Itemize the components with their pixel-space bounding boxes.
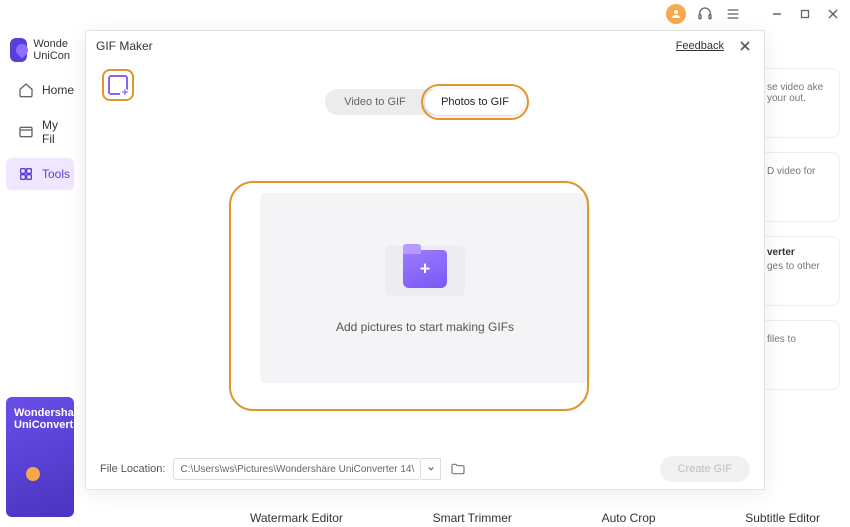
- maximize-button[interactable]: [796, 5, 814, 23]
- bottom-tool[interactable]: Smart Trimmer: [433, 511, 512, 525]
- promo-dot-icon: [26, 467, 40, 481]
- home-icon: [18, 82, 34, 98]
- files-icon: [18, 124, 34, 140]
- dialog-body: Video to GIF Photos to GIF + Add picture…: [86, 61, 764, 449]
- app-name-line2: UniCon: [33, 50, 70, 62]
- sidebar-item-label: Tools: [42, 167, 70, 181]
- dialog-header: GIF Maker Feedback: [86, 31, 764, 61]
- sidebar-item-home[interactable]: Home: [6, 74, 74, 106]
- folder-plus-icon: +: [385, 242, 465, 302]
- bg-card: verterges to other: [760, 236, 840, 306]
- bottom-tool[interactable]: Watermark Editor: [250, 511, 343, 525]
- dialog-close-button[interactable]: [736, 37, 754, 55]
- sidebar-item-label: Home: [42, 83, 74, 97]
- promo-line1: Wondersha: [14, 407, 66, 419]
- dropzone-area: + Add pictures to start making GIFs: [245, 189, 605, 409]
- close-button[interactable]: [824, 5, 842, 23]
- file-location-dropdown[interactable]: [421, 458, 441, 480]
- app-name-line1: Wonde: [33, 38, 70, 50]
- file-location-input[interactable]: [173, 458, 421, 480]
- app-logo-icon: [10, 38, 27, 62]
- tab-photos-to-gif[interactable]: Photos to GIF: [425, 89, 525, 115]
- gif-maker-dialog: GIF Maker Feedback Video to GIF Photos t…: [85, 30, 765, 490]
- promo-line2: UniConvert: [14, 419, 66, 431]
- bg-card: files to: [760, 320, 840, 390]
- feedback-link[interactable]: Feedback: [676, 40, 724, 52]
- dropzone-text: Add pictures to start making GIFs: [336, 320, 514, 334]
- dropzone[interactable]: + Add pictures to start making GIFs: [260, 193, 590, 383]
- window-titlebar: [0, 0, 850, 28]
- minimize-button[interactable]: [768, 5, 786, 23]
- tools-icon: [18, 166, 34, 182]
- bg-card: D video for: [760, 152, 840, 222]
- bottom-tool[interactable]: Auto Crop: [602, 511, 656, 525]
- dialog-title: GIF Maker: [96, 39, 153, 53]
- user-avatar-icon[interactable]: [666, 4, 686, 24]
- bg-card: se video ake your out.: [760, 68, 840, 138]
- promo-card[interactable]: Wondersha UniConvert: [6, 397, 74, 517]
- sidebar-item-label: My Fil: [42, 118, 62, 146]
- mode-toggle: Video to GIF Photos to GIF: [325, 89, 525, 115]
- sidebar-item-files[interactable]: My Fil: [6, 110, 74, 154]
- sidebar: Wonde UniCon Home My Fil Tools Wondersha…: [0, 28, 80, 527]
- file-location-label: File Location:: [100, 463, 165, 475]
- create-gif-button[interactable]: Create GIF: [660, 456, 750, 482]
- browse-folder-button[interactable]: [449, 460, 467, 478]
- app-logo: Wonde UniCon: [0, 34, 80, 72]
- add-file-button[interactable]: [102, 69, 134, 101]
- bottom-tool-row: Watermark Editor Smart Trimmer Auto Crop…: [230, 511, 840, 525]
- dialog-footer: File Location: Create GIF: [86, 449, 764, 489]
- menu-icon[interactable]: [724, 5, 742, 23]
- sidebar-item-tools[interactable]: Tools: [6, 158, 74, 190]
- add-file-icon: [108, 75, 128, 95]
- bottom-tool[interactable]: Subtitle Editor: [745, 511, 820, 525]
- tab-video-to-gif[interactable]: Video to GIF: [325, 89, 425, 115]
- background-cards: se video ake your out. D video for verte…: [760, 68, 840, 390]
- headset-icon[interactable]: [696, 5, 714, 23]
